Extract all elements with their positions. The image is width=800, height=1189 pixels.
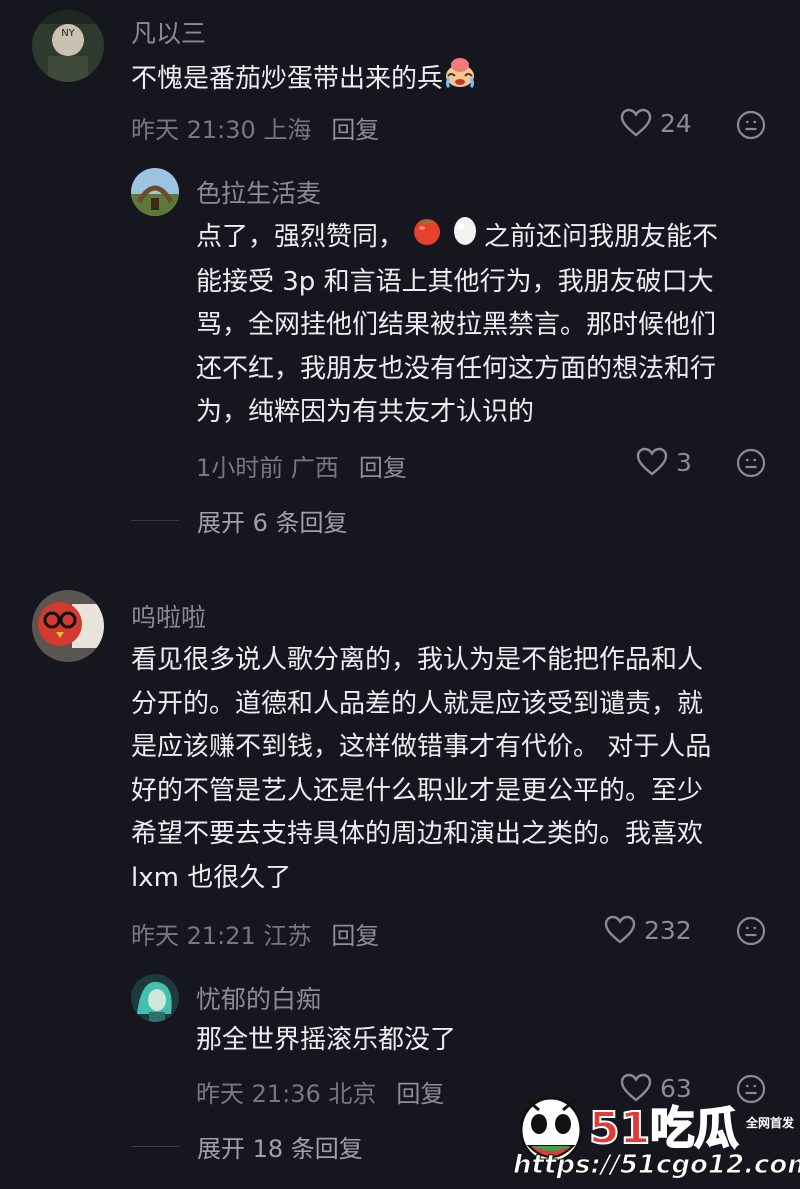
svg-text:NY: NY: [61, 28, 75, 39]
comment-text: 看见很多说人歌分离的，我认为是不能把作品和人 分开的。道德和人品差的人就是应该受…: [131, 639, 711, 900]
watermark-tag: 全网首发: [745, 1116, 794, 1130]
expand-replies-button[interactable]: 展开 18 条回复: [131, 1129, 363, 1164]
comment-line: lxm 也很久了: [131, 862, 292, 893]
watermark: 51吃瓜 全网首发 https://51cgo12.com: [509, 1088, 800, 1183]
like-count: 232: [644, 915, 692, 945]
meh-face-icon[interactable]: [736, 448, 766, 478]
username[interactable]: 呜啦啦: [131, 598, 206, 634]
avatar[interactable]: NY: [32, 10, 104, 82]
watermark-url: https://51cgo12.com: [512, 1150, 800, 1181]
avatar[interactable]: [32, 590, 104, 662]
expand-replies-label: 展开 6 条回复: [197, 509, 348, 537]
comment-meta: 昨天 21:30 上海 回复: [131, 110, 379, 145]
expand-replies-button[interactable]: 展开 6 条回复: [131, 503, 348, 538]
reply-button[interactable]: 回复: [359, 454, 407, 482]
comment-line: 之前还问我朋友能不: [484, 221, 719, 252]
username[interactable]: 忧郁的白痴: [196, 980, 321, 1016]
expand-replies-label: 展开 18 条回复: [197, 1135, 363, 1163]
avatar[interactable]: [131, 974, 179, 1022]
username[interactable]: 凡以三: [131, 14, 206, 50]
tomato-emoji-icon: [410, 214, 444, 261]
watermark-brand: 51吃瓜: [588, 1102, 739, 1155]
comment-line: 那全世界摇滚乐都没了: [196, 1025, 457, 1055]
divider: [131, 520, 179, 521]
meh-face-icon[interactable]: [736, 110, 766, 140]
like-button[interactable]: 232: [604, 915, 692, 945]
timestamp-location: 1小时前 广西: [196, 454, 339, 482]
comment-text: 不愧是番茄炒蛋带出来的兵: [131, 56, 477, 103]
avatar[interactable]: [131, 168, 179, 216]
like-count: 24: [660, 108, 692, 138]
heart-outline-icon: [604, 915, 636, 944]
like-button[interactable]: 3: [636, 447, 692, 477]
reply-button[interactable]: 回复: [331, 116, 379, 144]
like-button[interactable]: 24: [620, 108, 692, 138]
comment-line: 看见很多说人歌分离的，我认为是不能把作品和人: [131, 645, 704, 675]
username[interactable]: 色拉生活麦: [196, 174, 321, 210]
comment-meta: 1小时前 广西 回复: [196, 448, 407, 483]
comment-meta: 昨天 21:21 江苏 回复: [131, 916, 379, 951]
comment-line: 是应该赚不到钱，这样做错事才有代价。 对于人品: [131, 732, 712, 762]
comment-line: 能接受 3p 和言语上其他行为，我朋友破口大: [196, 266, 714, 297]
comment-line: 好的不管是艺人还是什么职业才是更公平的。至少: [131, 775, 704, 806]
timestamp-location: 昨天 21:21 江苏: [131, 922, 312, 950]
meh-face-icon[interactable]: [736, 916, 766, 946]
timestamp-location: 昨天 21:30 上海: [131, 116, 312, 144]
egg-emoji-icon: [450, 214, 480, 261]
crying-face-emoji-icon: [443, 56, 477, 103]
heart-outline-icon: [620, 108, 652, 137]
comment-line: 还不红，我朋友也没有任何这方面的想法和行: [196, 353, 717, 384]
timestamp-location: 昨天 21:36 北京: [196, 1080, 377, 1108]
comment-line: 骂，全网挂他们结果被拉黑禁言。那时候他们: [196, 310, 717, 340]
comment-line: 不愧是番茄炒蛋带出来的兵: [131, 63, 444, 94]
reply-button[interactable]: 回复: [396, 1080, 444, 1108]
comment-text: 那全世界摇滚乐都没了: [196, 1019, 456, 1063]
comment-line: 点了，强烈赞同，: [196, 221, 405, 252]
comment-line: 希望不要去支持具体的周边和演出之类的。我喜欢: [131, 819, 704, 849]
comment-meta: 昨天 21:36 北京 回复: [196, 1074, 444, 1109]
heart-outline-icon: [636, 447, 668, 476]
comment-line: 分开的。道德和人品差的人就是应该受到谴责，就: [131, 688, 704, 719]
like-count: 3: [676, 447, 692, 477]
comment-line: 为，纯粹因为有共友才认识的: [196, 397, 535, 427]
comment-text: 点了，强烈赞同， 之前还问我朋友能不 能接受 3p 和言语上其他行为，我朋友破口…: [196, 214, 718, 435]
divider: [131, 1146, 179, 1147]
reply-button[interactable]: 回复: [331, 922, 379, 950]
